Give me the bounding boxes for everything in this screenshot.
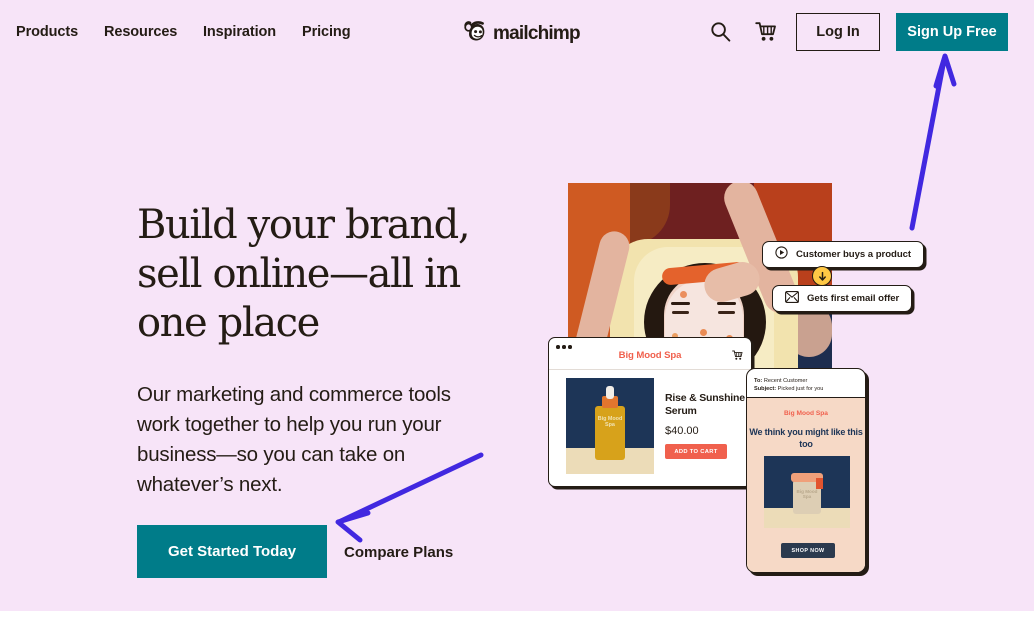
shopping-cart-icon[interactable] <box>732 347 743 365</box>
product-image-brand-label: Big Mood Spa <box>597 416 623 429</box>
product-price: $40.00 <box>665 425 699 437</box>
nav-link-products[interactable]: Products <box>16 24 78 40</box>
email-preview-card[interactable]: To: Recent Customer Subject: Picked just… <box>746 368 866 573</box>
hero-subheading: Our marketing and commerce tools work to… <box>137 383 451 496</box>
nav-link-resources[interactable]: Resources <box>104 24 177 40</box>
get-started-today-button[interactable]: Get Started Today <box>137 525 327 578</box>
arrow-down-circle-icon <box>812 266 832 286</box>
email-body: Big Mood Spa We think you might like thi… <box>747 398 865 572</box>
add-to-cart-button[interactable]: ADD TO CART <box>665 444 727 459</box>
email-subject-value: Picked just for you <box>777 386 824 392</box>
signup-free-button[interactable]: Sign Up Free <box>896 13 1008 51</box>
hero-heading: Build your brand, sell online—all in one… <box>137 202 471 346</box>
shopping-cart-icon[interactable] <box>755 21 777 47</box>
automation-card-label: Gets first email offer <box>807 293 900 304</box>
email-subject-label: Subject: <box>754 386 777 392</box>
nav-link-pricing[interactable]: Pricing <box>302 24 351 40</box>
automation-card-label: Customer buys a product <box>796 249 912 260</box>
mailchimp-logo[interactable]: mailchimp <box>462 18 581 49</box>
store-name-label: Big Mood Spa <box>618 350 682 361</box>
divider <box>549 369 751 370</box>
arrow-to-signup-button <box>909 53 957 231</box>
email-to-value: Recent Customer <box>763 378 808 384</box>
search-icon[interactable] <box>710 21 731 47</box>
store-product-card[interactable]: Big Mood Spa Big Mood Spa Rise & Sunshin… <box>548 337 752 487</box>
mailchimp-wordmark: mailchimp <box>493 22 581 44</box>
email-product-image: Big Mood Spa <box>764 456 850 528</box>
email-to-label: To: <box>754 378 763 384</box>
login-button[interactable]: Log In <box>796 13 880 51</box>
email-meta: To: Recent Customer Subject: Picked just… <box>754 377 862 393</box>
freddie-monkey-icon <box>462 18 488 49</box>
automation-card-trigger[interactable]: Customer buys a product <box>762 241 925 268</box>
compare-plans-link[interactable]: Compare Plans <box>344 544 453 561</box>
site-header: Products Resources Inspiration Pricing m… <box>0 0 1034 64</box>
page-root: Products Resources Inspiration Pricing m… <box>0 0 1034 611</box>
window-dots-icon <box>556 345 572 349</box>
automation-card-action[interactable]: Gets first email offer <box>772 285 913 312</box>
email-product-image-brand-label: Big Mood Spa <box>796 489 818 500</box>
nav-link-inspiration[interactable]: Inspiration <box>203 24 276 40</box>
product-name: Rise & Sunshine Serum <box>665 392 745 417</box>
email-headline: We think you might like this too <box>749 427 863 449</box>
play-circle-icon <box>775 245 788 264</box>
shop-now-button[interactable]: SHOP NOW <box>781 543 835 558</box>
envelope-icon <box>785 290 799 308</box>
product-image: Big Mood Spa <box>566 378 654 474</box>
email-brand-label: Big Mood Spa <box>784 410 828 417</box>
